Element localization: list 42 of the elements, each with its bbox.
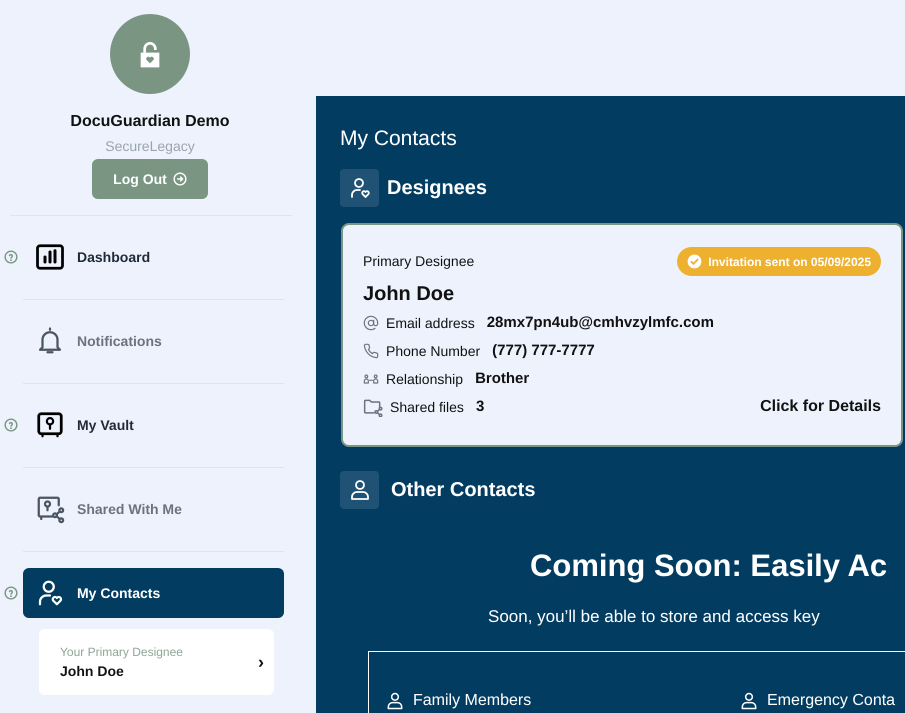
phone-icon	[363, 343, 379, 359]
designee-name: John Doe	[363, 282, 456, 307]
field-value: 3	[476, 396, 484, 417]
vault-icon	[35, 410, 65, 440]
designee-name: John Doe	[60, 662, 125, 680]
field-label: Phone Number	[386, 342, 480, 360]
card-caption: Primary Designee	[363, 252, 474, 271]
category-label: Emergency Conta	[767, 691, 896, 711]
coming-soon-title: Coming Soon: Easily Ac	[529, 547, 888, 585]
section-heading: Other Contacts	[391, 478, 536, 503]
help-icon	[4, 586, 18, 600]
nav-item[interactable]: My Contacts	[23, 568, 284, 618]
bar-chart-icon	[35, 242, 65, 272]
page-title: My Contacts	[340, 126, 458, 152]
help-icon	[4, 250, 18, 264]
account-name: DocuGuardian Demo	[70, 112, 230, 132]
field-value: (777) 777-7777	[492, 340, 595, 361]
logout-icon	[172, 172, 187, 186]
person-icon	[385, 691, 405, 711]
account-subtitle: SecureLegacy	[105, 137, 195, 156]
at-icon	[363, 315, 379, 331]
field-label: Email address	[386, 314, 475, 332]
field-label: Relationship	[386, 370, 464, 389]
help-icon	[4, 418, 18, 432]
field-value: 28mx7pn4ub@cmhvzylmfc.com	[486, 312, 714, 333]
field-value: Brother	[475, 368, 530, 389]
nav-item[interactable]: My Vault	[23, 400, 284, 450]
coming-soon-text: Soon, you’ll be able to store and access key	[487, 606, 821, 628]
details-link[interactable]: Click for Details	[760, 395, 881, 419]
section-heading: Designees	[387, 176, 488, 201]
field-label: Shared files	[390, 398, 464, 416]
person-icon	[739, 691, 759, 711]
invitation-badge: Invitation sent on 05/09/2025	[677, 247, 881, 276]
check-circle-icon	[687, 254, 702, 269]
vault-share-icon	[35, 494, 65, 524]
designee-caption: Your Primary Designee	[60, 644, 183, 660]
designee-card[interactable]: Primary Designee Invitation sent on 05/09/2025 John Doe Email address 28mx7pn4ub@cmhvzylmfc.com Phone Number (777) 777-7777 Relationship Brother Shared files 3 Click for Details	[341, 223, 903, 447]
primary-designee-link[interactable]: Your Primary Designee John Doe ›	[39, 629, 274, 695]
chevron: ›	[258, 650, 264, 674]
category-label: Family Members	[413, 691, 532, 711]
folder-share-icon	[363, 397, 383, 417]
nav-item[interactable]: Dashboard	[23, 232, 284, 282]
